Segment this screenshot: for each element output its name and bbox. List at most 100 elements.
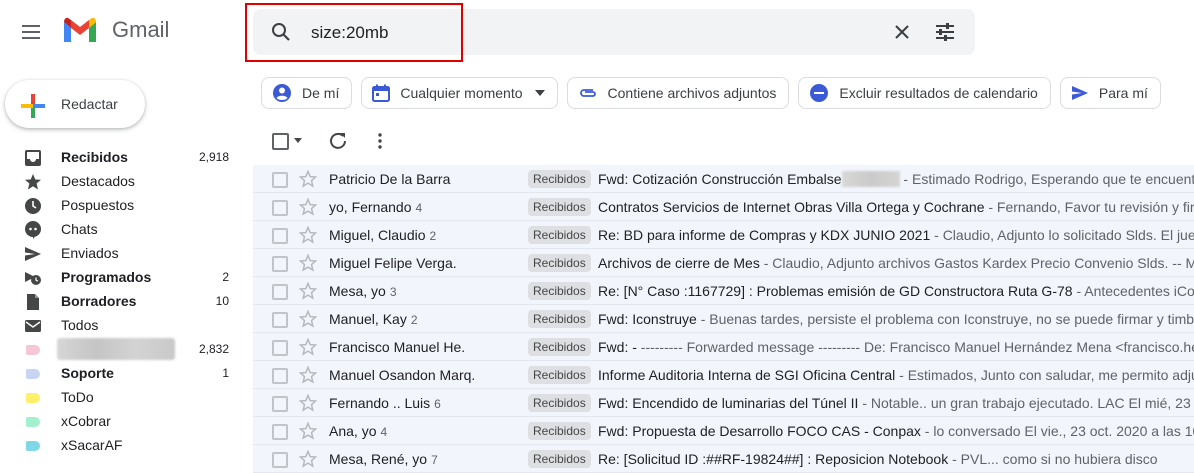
sidebar-item-pospuestos[interactable]: Pospuestos (0, 193, 240, 217)
email-row[interactable]: Mesa, yo 3 Recibidos Re: [N° Caso :1167729]… (253, 277, 1194, 305)
row-checkbox[interactable] (272, 340, 288, 356)
inbox-label-tag[interactable]: Recibidos (528, 394, 591, 412)
inbox-label-tag[interactable]: Recibidos (528, 310, 591, 328)
person-icon (272, 83, 292, 103)
row-checkbox[interactable] (272, 396, 288, 412)
sidebar-item-count: 1 (222, 366, 229, 380)
email-sender: Miguel Felipe Verga. (329, 255, 457, 271)
row-checkbox[interactable] (272, 424, 288, 440)
star-toggle-icon[interactable] (298, 365, 318, 388)
scheduled-icon (24, 269, 42, 287)
row-checkbox[interactable] (272, 284, 288, 300)
send-icon (1071, 84, 1089, 102)
email-row[interactable]: Francisco Manuel He. Recibidos Fwd: - ----… (253, 333, 1194, 361)
email-snippet: - Notable.. un gran trabajo ejecutado. L… (858, 395, 1194, 411)
star-toggle-icon[interactable] (298, 421, 318, 444)
row-checkbox[interactable] (272, 368, 288, 384)
star-toggle-icon[interactable] (298, 337, 318, 360)
sidebar-item-destacados[interactable]: Destacados (0, 169, 240, 193)
email-snippet: - Estimado Rodrigo, Esperando que te enc… (903, 171, 1194, 187)
chip-label: Cualquier momento (400, 85, 523, 101)
row-checkbox[interactable] (272, 256, 288, 272)
email-row[interactable]: Patricio De la Barra Recibidos Fwd: Cotiza… (253, 165, 1194, 193)
email-row[interactable]: Fernando .. Luis 6 Recibidos Fwd: Encendido… (253, 389, 1194, 417)
email-snippet: - lo conversado El vie., 23 oct. 2020 a … (920, 423, 1194, 439)
select-all-checkbox[interactable] (272, 133, 289, 150)
compose-button[interactable]: Redactar (5, 80, 145, 128)
inbox-label-tag[interactable]: Recibidos (528, 450, 591, 468)
chip-exclude-calendar[interactable]: Excluir resultados de calendario (798, 77, 1051, 109)
inbox-label-tag[interactable]: Recibidos (528, 198, 591, 216)
chip-to-me[interactable]: Para mí (1059, 77, 1161, 109)
chip-label: Excluir resultados de calendario (839, 85, 1038, 101)
draft-icon (24, 293, 42, 311)
sidebar-item-recibidos[interactable]: Recibidos 2,918 (0, 145, 240, 169)
row-checkbox[interactable] (272, 228, 288, 244)
star-toggle-icon[interactable] (298, 281, 318, 304)
clock-icon (24, 197, 42, 215)
inbox-label-tag[interactable]: Recibidos (528, 254, 591, 272)
search-options-icon[interactable] (933, 20, 957, 44)
main-menu-button[interactable] (14, 14, 50, 50)
gmail-logo[interactable]: Gmail (62, 16, 169, 44)
sidebar-item-label: Recibidos (61, 149, 128, 165)
sidebar-item-label: Chats (61, 221, 98, 237)
sidebar-item-programados[interactable]: Programados 2 (0, 265, 240, 289)
compose-plus-icon (21, 94, 45, 118)
row-checkbox[interactable] (272, 172, 288, 188)
sidebar-item-enviados[interactable]: Enviados (0, 241, 240, 265)
sidebar-label-xcobrar[interactable]: xCobrar (0, 409, 240, 433)
email-row[interactable]: Manuel, Kay 2 Recibidos Fwd: Iconstruye - B… (253, 305, 1194, 333)
star-toggle-icon[interactable] (298, 253, 318, 276)
select-dropdown-icon[interactable] (294, 138, 302, 143)
email-row[interactable]: Miguel, Claudio 2 Recibidos Re: BD para inf… (253, 221, 1194, 249)
star-toggle-icon[interactable] (298, 449, 318, 472)
attachment-icon (578, 87, 598, 99)
email-row[interactable]: Manuel Osandon Marq. Recibidos Informe Aud… (253, 361, 1194, 389)
chip-from-me[interactable]: De mí (261, 77, 353, 109)
sender-name: Mesa, yo (329, 283, 386, 299)
email-row[interactable]: Ana, yo 4 Recibidos Fwd: Propuesta de Desar… (253, 417, 1194, 445)
sidebar-label-todo[interactable]: ToDo (0, 385, 240, 409)
star-toggle-icon[interactable] (298, 309, 318, 332)
row-checkbox[interactable] (272, 312, 288, 328)
email-row[interactable]: Miguel Felipe Verga. Recibidos Archivos de… (253, 249, 1194, 277)
sidebar-label-soporte[interactable]: Soporte 1 (0, 361, 240, 385)
star-toggle-icon[interactable] (298, 197, 318, 220)
email-row[interactable]: Mesa, René, yo 7 Recibidos Re: [Solicitud I… (253, 445, 1194, 473)
email-subject: Re: [N° Caso :1167729] : Problemas emisi… (598, 283, 1073, 299)
chip-has-attachment[interactable]: Contiene archivos adjuntos (566, 77, 790, 109)
chevron-down-icon (534, 90, 545, 96)
email-subject-line: Informe Auditoria Interna de SGI Oficina… (598, 367, 1194, 383)
inbox-label-tag[interactable]: Recibidos (528, 282, 591, 300)
chip-label: Para mí (1098, 85, 1148, 101)
email-snippet: - PVL... como si no hubiera disco (948, 451, 1158, 467)
inbox-label-tag[interactable]: Recibidos (528, 338, 591, 356)
email-snippet: - Buenas tardes, persiste el problema co… (696, 311, 1194, 327)
inbox-label-tag[interactable]: Recibidos (528, 170, 591, 188)
email-snippet: - Antecedentes iConstruye (1076, 283, 1194, 299)
star-toggle-icon[interactable] (298, 169, 318, 192)
sidebar-item-count: 2,832 (198, 342, 229, 356)
clear-search-icon[interactable] (890, 20, 914, 44)
sidebar-item-borradores[interactable]: Borradores 10 (0, 289, 240, 313)
row-checkbox[interactable] (272, 200, 288, 216)
star-toggle-icon[interactable] (298, 225, 318, 248)
more-options-icon[interactable] (370, 131, 390, 151)
inbox-label-tag[interactable]: Recibidos (528, 422, 591, 440)
sidebar-item-chats[interactable]: Chats (0, 217, 240, 241)
sidebar-label-xsacaraf[interactable]: xSacarAF (0, 433, 240, 457)
email-row[interactable]: yo, Fernando 4 Recibidos Contratos Servicio… (253, 193, 1194, 221)
sidebar-item-todos[interactable]: Todos (0, 313, 240, 337)
email-subject-line: Fwd: Iconstruye - Buenas tardes, persist… (598, 311, 1194, 327)
inbox-label-tag[interactable]: Recibidos (528, 226, 591, 244)
chip-any-time[interactable]: Cualquier momento (361, 77, 558, 109)
refresh-icon[interactable] (328, 131, 348, 151)
email-sender: Manuel, Kay 2 (329, 311, 418, 327)
row-checkbox[interactable] (272, 452, 288, 468)
email-sender: Fernando .. Luis 6 (329, 395, 441, 411)
star-toggle-icon[interactable] (298, 393, 318, 416)
sidebar-label-redacted[interactable]: 2,832 (0, 337, 240, 361)
inbox-label-tag[interactable]: Recibidos (528, 366, 591, 384)
email-subject: Fwd: Cotización Construcción Embalse (598, 171, 842, 187)
